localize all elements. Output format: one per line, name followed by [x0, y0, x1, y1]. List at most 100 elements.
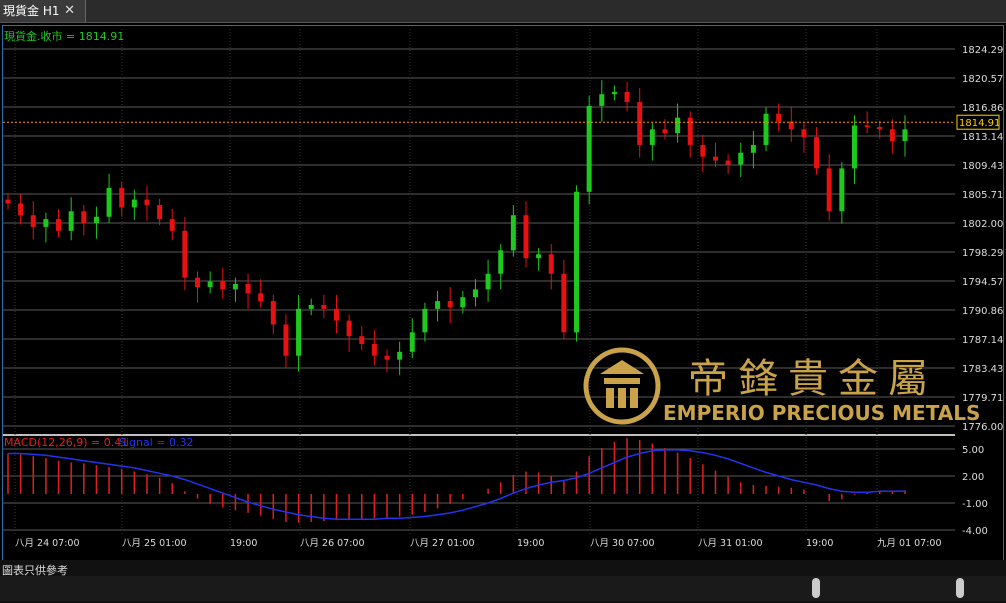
- time-tick-label: 八月 30 07:00: [590, 538, 655, 549]
- candle-body: [157, 205, 163, 220]
- candle-body: [738, 152, 744, 165]
- candle-body: [270, 301, 276, 325]
- candle-body: [498, 250, 504, 274]
- price-tick-label: 1802.00: [962, 219, 1003, 230]
- candle-body: [207, 281, 213, 288]
- candle-body: [460, 297, 466, 308]
- candle-body: [750, 144, 756, 153]
- candle-body: [700, 144, 706, 157]
- candle-body: [384, 355, 390, 360]
- candle-body: [296, 308, 302, 356]
- price-tick-label: 1790.86: [962, 306, 1003, 317]
- candle-body: [232, 283, 238, 290]
- candle-body: [536, 254, 542, 259]
- candle-body: [371, 344, 377, 356]
- candle-body: [624, 91, 630, 103]
- candle-body: [258, 293, 264, 302]
- candle-body: [144, 199, 150, 206]
- candle-body: [68, 211, 74, 231]
- signal-line: [8, 449, 906, 520]
- candle-body: [93, 216, 99, 224]
- candle-body: [321, 304, 327, 309]
- candle-body: [422, 308, 428, 333]
- candle-body: [839, 168, 845, 212]
- price-tick-label: 1798.29: [962, 248, 1003, 259]
- candle-body: [662, 129, 668, 134]
- candle-body: [548, 254, 554, 274]
- scrollbar-handle-right[interactable]: [956, 578, 964, 598]
- candle-body: [106, 187, 112, 217]
- candle-body: [864, 125, 870, 127]
- logo-english-text: EMPERIO PRECIOUS METALS: [663, 401, 980, 425]
- candle-body: [43, 219, 49, 227]
- candle-body: [472, 289, 478, 298]
- horizontal-scrollbar[interactable]: [0, 576, 1006, 601]
- price-tick-label: 1809.43: [962, 161, 1003, 172]
- candle-body: [447, 301, 453, 308]
- time-tick-label: 19:00: [806, 538, 833, 549]
- price-tick-label: 1813.14: [962, 132, 1003, 143]
- candle-body: [902, 129, 908, 142]
- candle-body: [851, 125, 857, 169]
- macd-tick-label: 2.00: [962, 472, 984, 483]
- candle-body: [523, 215, 529, 259]
- price-chart[interactable]: 1824.29 1820.57 1816.86 1813.14 1809.43 1805.…: [0, 0, 1006, 603]
- logo-emblem-glyph: [600, 360, 644, 408]
- candle-body: [5, 199, 11, 204]
- macd-legend: MACD(12,26,9) = 0.41: [4, 436, 128, 449]
- candle-body: [131, 199, 137, 208]
- candle-body: [283, 324, 289, 356]
- candle-body: [574, 191, 580, 333]
- candle-body: [510, 215, 516, 251]
- macd-tick-label: 5.00: [962, 445, 984, 456]
- candle-body: [725, 160, 731, 165]
- candle-body: [195, 277, 201, 288]
- candle-body: [877, 126, 883, 130]
- price-legend: 現貨金.收市 = 1814.91: [4, 29, 124, 43]
- time-tick-label: 八月 24 07:00: [15, 538, 80, 549]
- price-tick-label: 1816.86: [962, 103, 1003, 114]
- candle-body: [599, 94, 605, 106]
- candle-body: [611, 91, 617, 95]
- logo-chinese-text: 帝鋒貴金屬: [688, 356, 938, 402]
- price-tick-label: 1783.43: [962, 364, 1003, 375]
- candle-body: [763, 113, 769, 145]
- candle-body: [346, 320, 352, 337]
- current-price-label: 1814.91: [959, 118, 1000, 129]
- candle-body: [675, 117, 681, 134]
- candle-body: [889, 129, 895, 142]
- price-tick-label: 1820.57: [962, 74, 1003, 85]
- candle-body: [30, 215, 36, 227]
- candle-body: [485, 273, 491, 290]
- macd-tick-label: -4.00: [962, 526, 988, 537]
- candle-body: [814, 137, 820, 169]
- time-tick-label: 八月 26 07:00: [300, 538, 365, 549]
- candle-body: [409, 332, 415, 352]
- time-tick-label: 八月 25 01:00: [122, 538, 187, 549]
- candle-body: [826, 168, 832, 212]
- signal-legend: Signal = 0.32: [119, 436, 194, 449]
- candle-body: [397, 351, 403, 360]
- candle-body: [561, 273, 567, 333]
- candle-body: [801, 129, 807, 138]
- candle-body: [81, 211, 87, 224]
- candle-body: [119, 187, 125, 208]
- time-tick-label: 八月 27 01:00: [410, 538, 475, 549]
- candle-body: [18, 203, 24, 216]
- candle-body: [245, 283, 251, 294]
- candle-body: [359, 336, 365, 345]
- scrollbar-handle-left[interactable]: [812, 578, 820, 598]
- price-tick-label: 1794.57: [962, 277, 1003, 288]
- price-tick-label: 1787.14: [962, 335, 1003, 346]
- candle-body: [637, 102, 643, 145]
- time-tick-label: 九月 01 07:00: [877, 537, 942, 549]
- candle-body: [169, 219, 175, 231]
- candle-body: [586, 105, 592, 192]
- candle-body: [435, 301, 441, 309]
- price-tick-label: 1805.71: [962, 190, 1003, 201]
- time-tick-label: 19:00: [230, 538, 257, 549]
- candle-body: [649, 129, 655, 145]
- candle-body: [687, 117, 693, 145]
- macd-tick-label: -1.00: [962, 499, 988, 510]
- candle-body: [56, 219, 62, 231]
